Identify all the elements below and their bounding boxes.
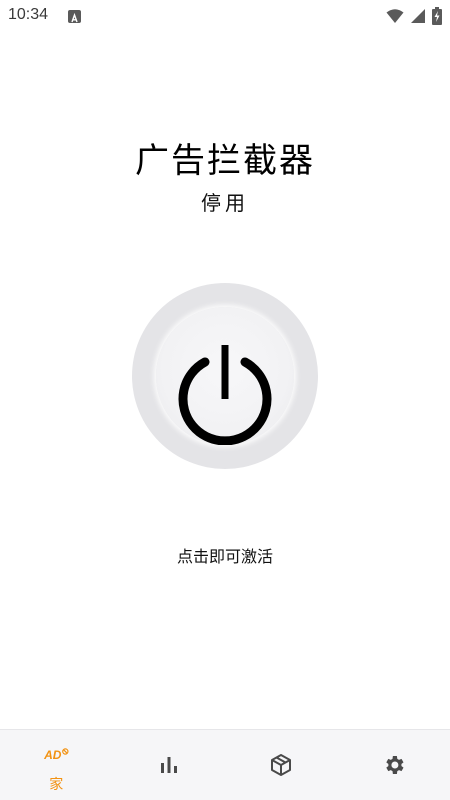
wifi-icon [386, 8, 404, 28]
status-bar: 10:34 [0, 0, 450, 32]
bar-chart-icon [160, 757, 177, 773]
status-icons [386, 7, 442, 29]
a-notification-icon [68, 10, 81, 23]
nav-label-home: 家 [49, 777, 64, 793]
signal-icon [410, 8, 426, 28]
status-label: 停用 [201, 191, 249, 215]
gear-icon [386, 756, 404, 774]
power-button-ring [132, 283, 318, 469]
bottom-nav: AD 家 [0, 729, 450, 800]
power-icon [178, 345, 272, 445]
battery-charging-icon [432, 7, 442, 29]
status-time: 10:34 [8, 6, 49, 23]
cube-icon [271, 754, 292, 776]
page-title: 广告拦截器 [135, 141, 315, 181]
ad-block-icon: AD [44, 748, 69, 762]
nav-item-stats[interactable] [113, 730, 226, 800]
nav-item-filters[interactable] [225, 730, 338, 800]
ad-icon-text: AD [44, 748, 62, 762]
nav-item-settings[interactable] [338, 730, 450, 800]
nav-item-home[interactable]: AD 家 [0, 730, 113, 800]
activate-hint: 点击即可激活 [176, 547, 273, 566]
power-button[interactable] [156, 307, 294, 445]
